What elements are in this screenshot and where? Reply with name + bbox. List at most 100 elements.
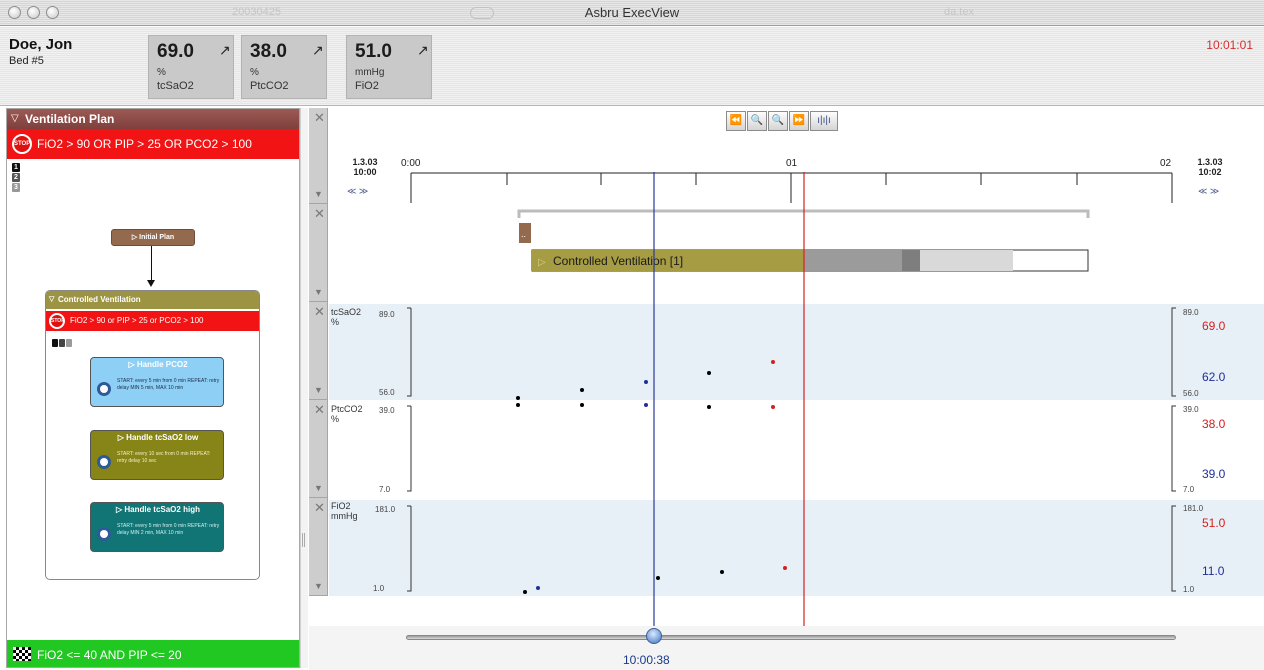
cv-abort-condition-text: FiO2 > 90 or PIP > 25 or PCO2 > 100 [70,316,204,325]
vital-value: 38.0 [250,41,287,62]
data-point [516,396,520,400]
data-point-latest [783,566,787,570]
tcsao2-right-axis [1171,307,1176,397]
data-point [656,576,660,580]
fio2-right-max: 181.0 [1183,504,1204,513]
subplan-title: ▷ Handle tcSaO2 high [116,505,200,514]
data-point-latest [771,360,775,364]
slider-area [309,626,1264,670]
slider-time-label: 10:00:38 [623,653,670,667]
subplan-handle-tcsao2-low[interactable]: ▷ Handle tcSaO2 low START: every 10 sec … [90,430,224,480]
data-point-current [644,380,648,384]
controlled-ventilation-progress-dark [902,250,920,271]
vital-value: 51.0 [355,41,392,62]
data-point [580,388,584,392]
vital-value: 69.0 [157,41,194,62]
vital-unit: % [250,67,259,78]
timeline-canvas[interactable]: .. ▷ Controlled Ventilation [1] [309,108,1264,670]
vital-tcsao2: 69.0 ↗ % tcSaO2 [148,35,234,99]
fio2-max: 181.0 [375,505,396,514]
cycle-icon [97,527,111,541]
ptcco2-current-value: 38.0 [1202,417,1226,431]
initial-plan-stub-label: .. [521,229,526,239]
fio2-selected-value: 11.0 [1202,564,1225,578]
data-point [523,590,527,594]
abort-condition-text: FiO2 > 90 OR PIP > 25 OR PCO2 > 100 [37,137,252,151]
subplan-description: START: every 5 min from 0 min REPEAT: re… [117,523,220,536]
tcsao2-row-label: tcSaO2% [331,307,362,327]
cv-tab-icon[interactable] [52,339,58,347]
cycle-icon [97,455,111,469]
cv-tab-icon[interactable] [66,339,72,347]
execution-view: ✕ ▼ ✕ ▼ ✕ ▼ ✕ ▼ ✕ ▼ ⏪ 🔍 🔍 ⏩ ı|ı|ı 1.3.03… [309,108,1264,670]
controlled-ventilation-progress-gray [803,250,902,271]
vital-ptcco2: 38.0 ↗ % PtcCO2 [241,35,327,99]
fio2-row-label: FiO2 mmHg [331,501,358,521]
background-window-label-2: da.tex [944,6,974,18]
ptcco2-selected-value: 39.0 [1202,467,1226,481]
window-title: Asbru ExecView [584,5,680,20]
tcsao2-right-max: 89.0 [1183,308,1199,317]
data-point [707,405,711,409]
ptcco2-left-axis [407,405,412,492]
fio2-right-axis [1171,505,1176,592]
plan-tab-3[interactable]: 3 [12,183,20,192]
cv-abort-condition-bar: STOP FiO2 > 90 or PIP > 25 or PCO2 > 100 [46,311,259,331]
cycle-icon [97,382,111,396]
tcsao2-max: 89.0 [379,310,395,319]
vital-name: tcSaO2 [157,80,194,92]
plan-panel: ▽ Ventilation Plan STOP FiO2 > 90 OR PIP… [6,108,300,668]
stop-sign-icon: STOP [49,313,65,329]
data-point-latest [771,405,775,409]
abort-condition-bar: STOP FiO2 > 90 OR PIP > 25 OR PCO2 > 100 [7,129,299,159]
plan-arrow [151,246,152,284]
tcsao2-selected-value: 62.0 [1202,370,1226,384]
fio2-min: 1.0 [373,584,385,593]
goal-condition-text: FiO2 <= 40 AND PIP <= 20 [37,648,182,662]
subplan-handle-pco2[interactable]: ▷ Handle PCO2 START: every 5 min from 0 … [90,357,224,407]
vital-unit: % [157,67,166,78]
subplan-title: ▷ Handle tcSaO2 low [117,433,199,442]
panel-splitter[interactable] [300,108,308,668]
disclosure-triangle-icon[interactable]: ▽ [11,113,19,124]
subplan-description: START: every 5 min from 0 min REPEAT: re… [117,378,220,391]
ptcco2-row-label: PtcCO2% [331,404,363,424]
cv-tab-icon[interactable] [59,339,65,347]
patient-header: Doe, Jon Bed #5 69.0 ↗ % tcSaO2 38.0 ↗ %… [0,27,1264,106]
checkered-flag-icon [13,647,31,661]
subplan-title: ▷ Handle PCO2 [128,360,188,369]
tcsao2-min: 56.0 [379,388,395,397]
plan-tab-1[interactable]: 1 [12,163,20,172]
play-icon: ▷ [538,257,546,268]
data-point-current [536,586,540,590]
ptcco2-max: 39.0 [379,406,395,415]
app-window: 20030425 Asbru ExecView da.tex Doe, Jon … [0,0,1264,670]
initial-plan-node[interactable]: ▷ Initial Plan [111,229,195,246]
disclosure-triangle-icon[interactable]: ▽ [49,291,54,309]
plan-panel-header[interactable]: ▽ Ventilation Plan [7,109,299,129]
controlled-ventilation-header[interactable]: ▽ Controlled Ventilation [46,291,259,309]
data-point [707,371,711,375]
time-slider[interactable] [406,635,1176,640]
trend-up-icon: ↗ [219,42,231,58]
fio2-left-axis [407,505,412,592]
vital-fio2: 51.0 ↗ mmHg FiO2 [346,35,432,99]
controlled-ventilation-title: Controlled Ventilation [58,295,141,304]
controlled-ventilation-plan[interactable]: ▽ Controlled Ventilation STOP FiO2 > 90 … [45,290,260,580]
tcsao2-current-value: 69.0 [1202,319,1226,333]
ptcco2-right-max: 39.0 [1183,405,1199,414]
vital-name: PtcCO2 [250,80,289,92]
controlled-ventilation-progress-light [920,250,1013,271]
tcsao2-right-min: 56.0 [1183,389,1199,398]
subplan-handle-tcsao2-high[interactable]: ▷ Handle tcSaO2 high START: every 5 min … [90,502,224,552]
ptcco2-min: 7.0 [379,485,391,494]
patient-name: Doe, Jon [9,36,73,53]
bed-number: Bed #5 [9,55,44,67]
time-slider-knob[interactable] [646,628,662,644]
controlled-ventilation-bar-label: Controlled Ventilation [1] [553,254,683,268]
splitter-grip-icon[interactable] [302,533,306,547]
plan-title: Ventilation Plan [25,112,115,126]
data-point-current [644,403,648,407]
goal-condition-bar: FiO2 <= 40 AND PIP <= 20 [7,640,299,667]
plan-tab-2[interactable]: 2 [12,173,20,182]
